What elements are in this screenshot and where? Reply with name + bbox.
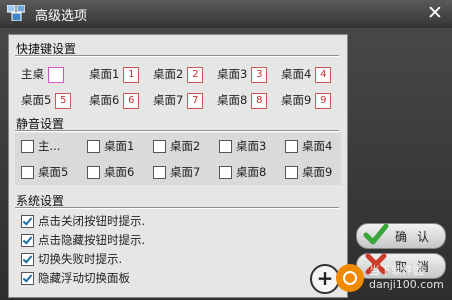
hotkey-key-input[interactable]: 4 <box>315 66 332 83</box>
hotkey-key-input[interactable]: 1 <box>123 66 140 83</box>
system-option[interactable]: 点击关闭按钮时提示. <box>21 212 145 230</box>
hotkey-item: 桌面1 1 <box>89 65 140 83</box>
system-option-checkbox[interactable] <box>21 272 34 285</box>
mute-checkbox[interactable] <box>219 166 232 179</box>
mute-item[interactable]: 桌面9 <box>285 163 332 181</box>
mute-item[interactable]: 主... <box>21 137 60 155</box>
system-separator <box>15 207 339 209</box>
system-option-label: 点击关闭按钮时提示. <box>38 214 146 228</box>
window-title: 高级选项 <box>35 9 88 24</box>
mute-label: 桌面6 <box>104 165 135 179</box>
mute-checkbox[interactable] <box>153 166 166 179</box>
mute-checkbox[interactable] <box>21 166 34 179</box>
confirm-label: 确认 <box>395 230 440 244</box>
hotkey-item: 桌面8 8 <box>217 91 268 109</box>
title-bar[interactable]: 高级选项 ✕ <box>0 0 452 28</box>
watermark-site: 当下软件园 <box>369 264 424 277</box>
hotkey-item: 桌面5 5 <box>21 91 72 109</box>
mute-checkbox[interactable] <box>285 166 298 179</box>
hotkey-item: 桌面7 7 <box>153 91 204 109</box>
system-option-checkbox[interactable] <box>21 253 34 266</box>
mute-item[interactable]: 桌面3 <box>219 137 266 155</box>
hotkey-key-input[interactable]: 6 <box>123 92 140 109</box>
hotkey-label: 主桌 <box>21 67 44 81</box>
system-option[interactable]: 点击隐藏按钮时提示. <box>21 231 145 249</box>
hotkey-item: 桌面9 9 <box>281 91 332 109</box>
hotkey-key-input[interactable]: 2 <box>187 66 204 83</box>
mute-item[interactable]: 桌面4 <box>285 137 332 155</box>
watermark-logo-icon <box>336 264 364 292</box>
hotkey-item: 桌面6 6 <box>89 91 140 109</box>
app-icon <box>7 5 25 21</box>
system-option[interactable]: 隐藏浮动切换面板 <box>21 269 130 287</box>
mute-checkbox[interactable] <box>87 166 100 179</box>
mute-checkbox[interactable] <box>21 140 34 153</box>
hotkey-label: 桌面7 <box>153 93 184 107</box>
mute-separator <box>15 130 339 132</box>
mute-label: 桌面4 <box>302 139 333 153</box>
mute-label: 桌面2 <box>170 139 201 153</box>
mute-label: 桌面8 <box>236 165 267 179</box>
hotkey-item: 桌面4 4 <box>281 65 332 83</box>
hotkey-item: 主桌 <box>21 65 64 83</box>
mute-label: 桌面1 <box>104 139 135 153</box>
system-option-checkbox[interactable] <box>21 234 34 247</box>
hotkey-label: 桌面5 <box>21 93 52 107</box>
close-icon: ✕ <box>427 2 443 24</box>
hotkey-label: 桌面3 <box>217 67 248 81</box>
hotkey-separator <box>15 55 339 57</box>
mute-checkbox[interactable] <box>219 140 232 153</box>
hotkey-label: 桌面9 <box>281 93 312 107</box>
mute-label: 桌面7 <box>170 165 201 179</box>
mute-checkbox[interactable] <box>153 140 166 153</box>
mute-label: 桌面5 <box>38 165 69 179</box>
settings-panel: 快捷键设置 主桌 桌面1 1 桌面2 2 桌面3 3 桌面4 4 桌面5 5 桌面6 6 桌面7 7 桌面8 8… <box>8 34 348 298</box>
mute-item[interactable]: 桌面7 <box>153 163 200 181</box>
hotkey-item: 桌面2 2 <box>153 65 204 83</box>
mute-checkbox[interactable] <box>87 140 100 153</box>
dialog-window: 高级选项 ✕ 快捷键设置 主桌 桌面1 1 桌面2 2 桌面3 3 桌面4 4 桌面5 5 桌面6 6 桌… <box>0 0 452 300</box>
hotkey-label: 桌面4 <box>281 67 312 81</box>
watermark-url: danji100.com <box>369 278 444 291</box>
checkmark-icon <box>363 223 389 245</box>
hotkey-key-input[interactable]: 5 <box>55 92 72 109</box>
mute-checkbox[interactable] <box>285 140 298 153</box>
system-option-label: 隐藏浮动切换面板 <box>38 271 130 285</box>
hotkey-key-input[interactable] <box>48 66 64 83</box>
mute-item[interactable]: 桌面8 <box>219 163 266 181</box>
mute-label: 桌面3 <box>236 139 267 153</box>
mute-item[interactable]: 桌面5 <box>21 163 68 181</box>
hotkey-key-input[interactable]: 3 <box>251 66 268 83</box>
hotkey-key-input[interactable]: 9 <box>315 92 332 109</box>
mute-item[interactable]: 桌面1 <box>87 137 134 155</box>
hotkey-item: 桌面3 3 <box>217 65 268 83</box>
hotkey-label: 桌面8 <box>217 93 248 107</box>
hotkey-label: 桌面1 <box>89 67 120 81</box>
close-button[interactable]: ✕ <box>424 3 446 24</box>
system-option-label: 切换失败时提示. <box>38 252 123 266</box>
system-option-checkbox[interactable] <box>21 215 34 228</box>
mute-label: 桌面9 <box>302 165 333 179</box>
hotkey-key-input[interactable]: 7 <box>187 92 204 109</box>
system-option[interactable]: 切换失败时提示. <box>21 250 122 268</box>
hotkey-key-input[interactable]: 8 <box>251 92 268 109</box>
mute-label: 主... <box>38 139 61 153</box>
system-option-label: 点击隐藏按钮时提示. <box>38 233 146 247</box>
mute-item[interactable]: 桌面2 <box>153 137 200 155</box>
mute-item[interactable]: 桌面6 <box>87 163 134 181</box>
hotkey-label: 桌面6 <box>89 93 120 107</box>
confirm-button[interactable]: 确认 <box>356 223 446 249</box>
hotkey-label: 桌面2 <box>153 67 184 81</box>
